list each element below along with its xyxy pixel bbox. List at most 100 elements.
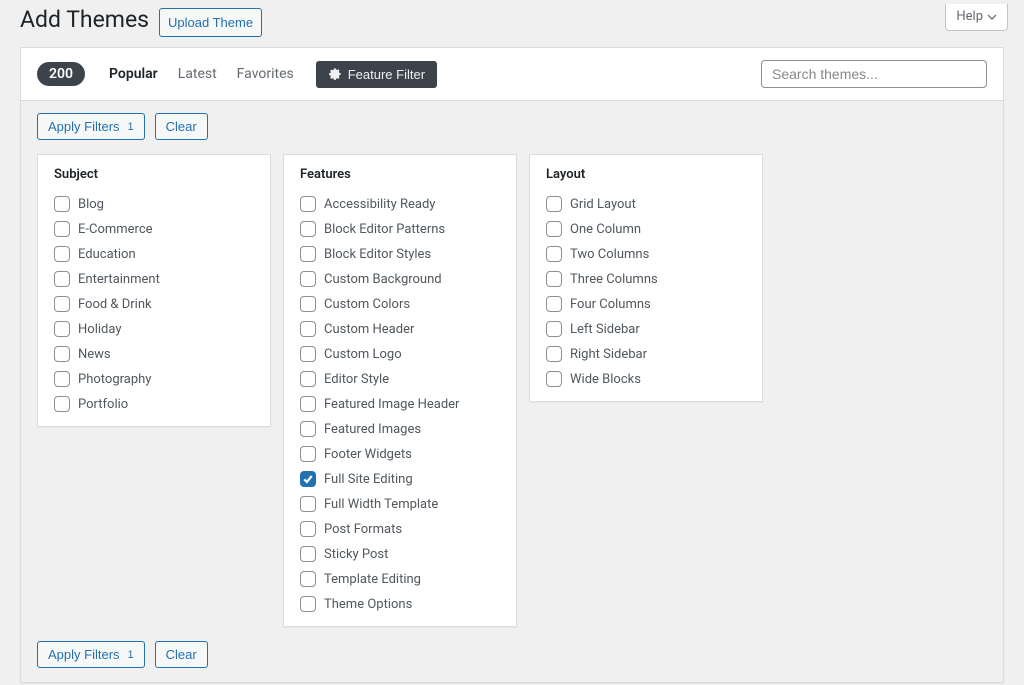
- filter-option[interactable]: Right Sidebar: [546, 346, 746, 362]
- filter-option[interactable]: Education: [54, 246, 254, 262]
- filter-option[interactable]: Theme Options: [300, 596, 500, 612]
- group-title-layout: Layout: [546, 167, 746, 182]
- checkbox[interactable]: [300, 296, 316, 312]
- checkbox[interactable]: [300, 571, 316, 587]
- filter-option-label: Education: [78, 247, 136, 262]
- checkbox[interactable]: [300, 446, 316, 462]
- filter-option[interactable]: Left Sidebar: [546, 321, 746, 337]
- filter-option-label: Grid Layout: [570, 197, 636, 212]
- checkbox[interactable]: [546, 246, 562, 262]
- checkbox[interactable]: [300, 521, 316, 537]
- upload-theme-button[interactable]: Upload Theme: [159, 8, 262, 38]
- filter-option[interactable]: Three Columns: [546, 271, 746, 287]
- filter-group-subject: Subject BlogE-CommerceEducationEntertain…: [37, 154, 271, 427]
- filter-option[interactable]: Entertainment: [54, 271, 254, 287]
- checkbox[interactable]: [54, 396, 70, 412]
- checkbox[interactable]: [546, 321, 562, 337]
- filter-option-label: Block Editor Styles: [324, 247, 431, 262]
- feature-filter-button[interactable]: Feature Filter: [316, 61, 437, 88]
- checkbox[interactable]: [546, 371, 562, 387]
- filter-option[interactable]: Custom Logo: [300, 346, 500, 362]
- filter-option[interactable]: Two Columns: [546, 246, 746, 262]
- checkbox[interactable]: [54, 296, 70, 312]
- filter-option[interactable]: Custom Background: [300, 271, 500, 287]
- tab-popular[interactable]: Popular: [99, 62, 168, 86]
- help-tab[interactable]: Help: [945, 4, 1008, 31]
- checkbox[interactable]: [546, 296, 562, 312]
- filter-group-layout: Layout Grid Layout One Column Two Columns T…: [529, 154, 763, 402]
- checkbox[interactable]: [300, 246, 316, 262]
- filter-option[interactable]: Full Width Template: [300, 496, 500, 512]
- filter-option[interactable]: Four Columns: [546, 296, 746, 312]
- checkbox[interactable]: [546, 271, 562, 287]
- filter-option-label: Food & Drink: [78, 297, 152, 312]
- filter-option-label: Wide Blocks: [570, 372, 641, 387]
- tab-favorites[interactable]: Favorites: [227, 62, 304, 86]
- apply-count: 1: [128, 121, 134, 133]
- filter-option-label: Photography: [78, 372, 151, 387]
- filter-option-label: E-Commerce: [78, 222, 153, 237]
- checkbox[interactable]: [300, 321, 316, 337]
- checkbox[interactable]: [54, 321, 70, 337]
- checkbox[interactable]: [300, 496, 316, 512]
- checkbox[interactable]: [300, 471, 316, 487]
- filter-option-label: Sticky Post: [324, 547, 388, 562]
- filter-option-label: Blog: [78, 197, 104, 212]
- gear-icon: [328, 67, 342, 81]
- checkbox[interactable]: [300, 396, 316, 412]
- clear-button-bottom[interactable]: Clear: [155, 641, 208, 668]
- filter-option[interactable]: Block Editor Patterns: [300, 221, 500, 237]
- filter-option-label: Full Site Editing: [324, 472, 413, 487]
- filter-option-label: Right Sidebar: [570, 347, 647, 362]
- checkbox[interactable]: [54, 371, 70, 387]
- filter-option[interactable]: Editor Style: [300, 371, 500, 387]
- checkbox[interactable]: [546, 221, 562, 237]
- filter-option[interactable]: Sticky Post: [300, 546, 500, 562]
- search-input[interactable]: [761, 60, 987, 88]
- filter-option[interactable]: Full Site Editing: [300, 471, 500, 487]
- filter-option[interactable]: Custom Header: [300, 321, 500, 337]
- apply-label: Apply Filters: [48, 119, 120, 134]
- apply-filters-button-top[interactable]: Apply Filters 1: [37, 113, 145, 140]
- checkbox[interactable]: [54, 196, 70, 212]
- checkbox[interactable]: [300, 546, 316, 562]
- checkbox[interactable]: [300, 596, 316, 612]
- checkbox[interactable]: [546, 196, 562, 212]
- checkbox[interactable]: [54, 246, 70, 262]
- filter-option[interactable]: News: [54, 346, 254, 362]
- checkbox[interactable]: [300, 196, 316, 212]
- feature-filter-panel: Apply Filters 1 Clear Subject BlogE-Comm…: [21, 101, 1003, 682]
- filter-option[interactable]: One Column: [546, 221, 746, 237]
- filter-option[interactable]: Blog: [54, 196, 254, 212]
- filter-option[interactable]: E-Commerce: [54, 221, 254, 237]
- checkbox[interactable]: [546, 346, 562, 362]
- check-icon: [302, 473, 314, 485]
- filter-option[interactable]: Portfolio: [54, 396, 254, 412]
- filter-option[interactable]: Featured Images: [300, 421, 500, 437]
- filter-option[interactable]: Template Editing: [300, 571, 500, 587]
- filter-option[interactable]: Food & Drink: [54, 296, 254, 312]
- filter-option[interactable]: Block Editor Styles: [300, 246, 500, 262]
- checkbox[interactable]: [300, 271, 316, 287]
- filter-option[interactable]: Holiday: [54, 321, 254, 337]
- filter-option[interactable]: Featured Image Header: [300, 396, 500, 412]
- filter-option[interactable]: Grid Layout: [546, 196, 746, 212]
- filter-option[interactable]: Footer Widgets: [300, 446, 500, 462]
- filter-option-label: Block Editor Patterns: [324, 222, 445, 237]
- filter-option[interactable]: Custom Colors: [300, 296, 500, 312]
- apply-filters-button-bottom[interactable]: Apply Filters 1: [37, 641, 145, 668]
- checkbox[interactable]: [54, 221, 70, 237]
- clear-button-top[interactable]: Clear: [155, 113, 208, 140]
- checkbox[interactable]: [54, 271, 70, 287]
- filter-option[interactable]: Photography: [54, 371, 254, 387]
- checkbox[interactable]: [300, 346, 316, 362]
- checkbox[interactable]: [300, 421, 316, 437]
- filter-option[interactable]: Post Formats: [300, 521, 500, 537]
- filter-option[interactable]: Accessibility Ready: [300, 196, 500, 212]
- checkbox[interactable]: [300, 371, 316, 387]
- checkbox[interactable]: [300, 221, 316, 237]
- tab-latest[interactable]: Latest: [168, 62, 227, 86]
- filter-option-label: Custom Background: [324, 272, 442, 287]
- filter-option[interactable]: Wide Blocks: [546, 371, 746, 387]
- checkbox[interactable]: [54, 346, 70, 362]
